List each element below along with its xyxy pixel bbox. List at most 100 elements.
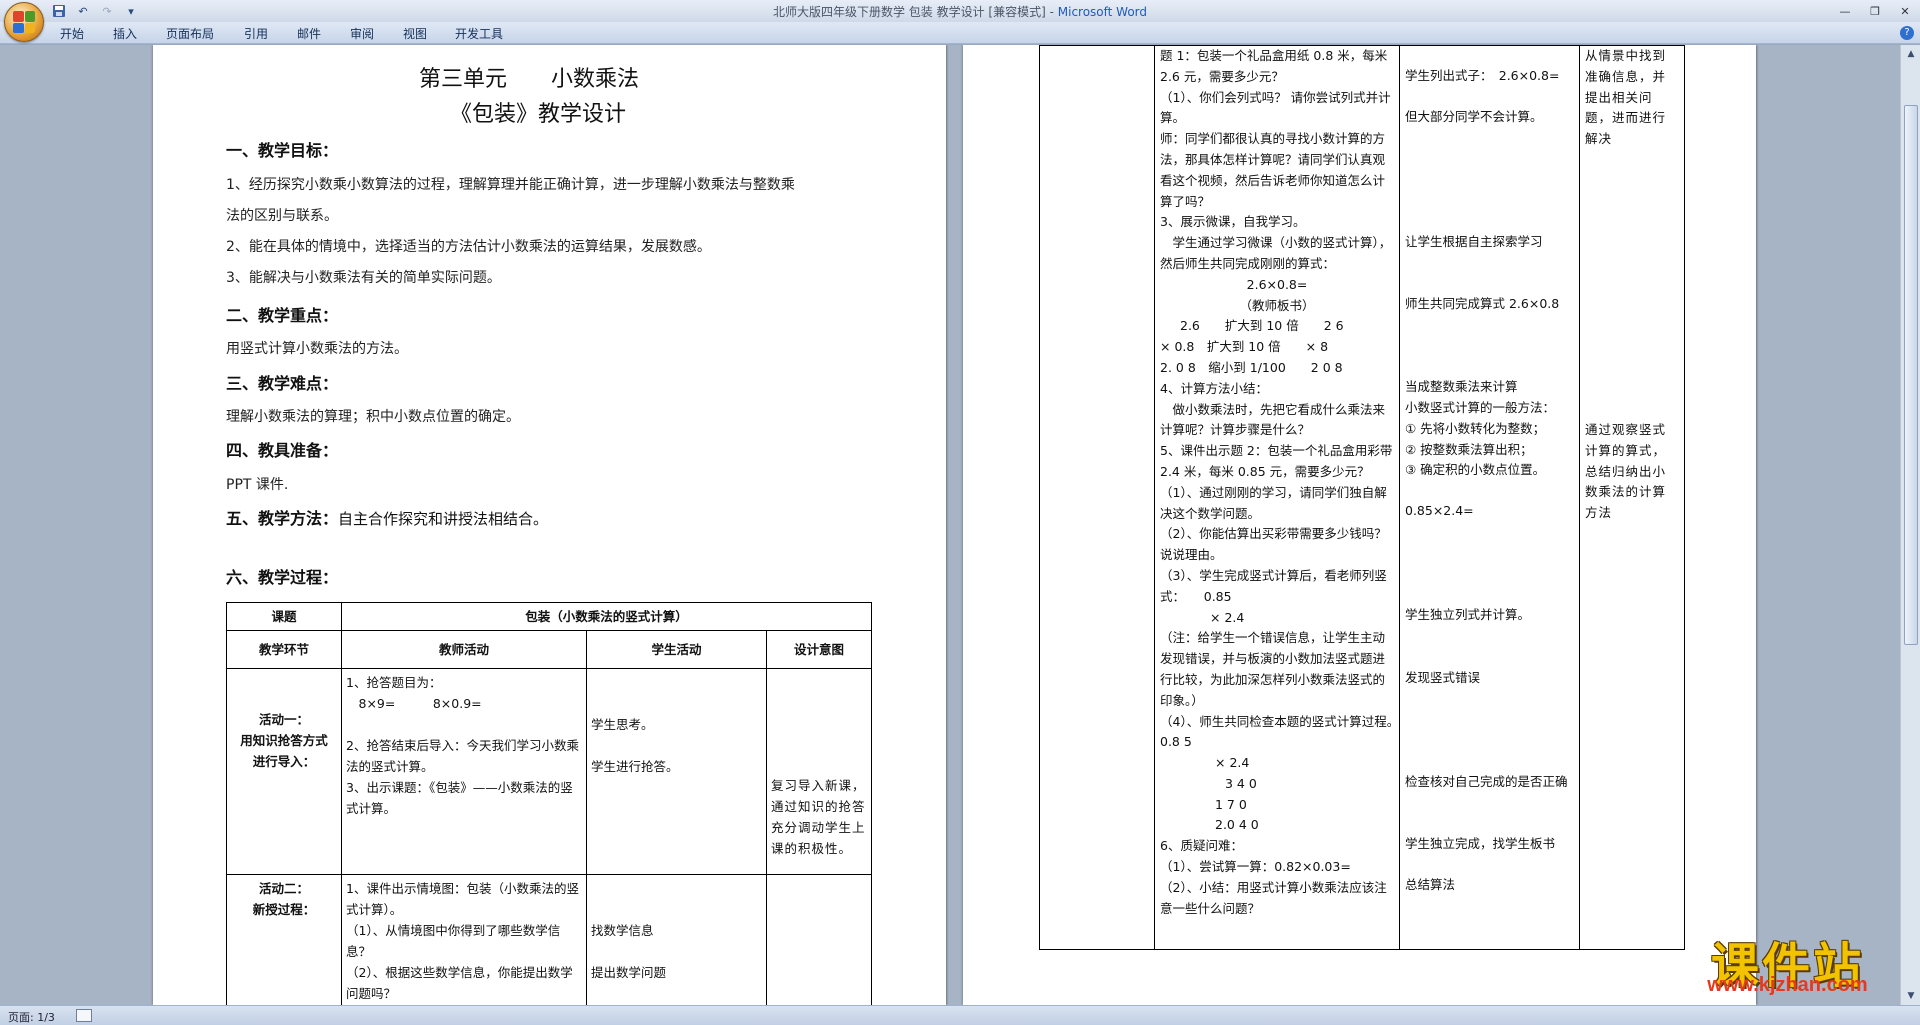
section-method-text: 自主合作探究和讲授法相结合。 (338, 510, 549, 528)
tab-developer[interactable]: 开发工具 (455, 25, 503, 42)
teacher-line: 3 4 0 (1225, 775, 1257, 791)
student-line: 小数竖式计算的一般方法： (1405, 399, 1556, 415)
unit-heading: 第三单元 小数乘法 (419, 67, 640, 92)
lesson-title: 《包装》教学设计 (450, 102, 627, 127)
vertical-scrollbar[interactable]: ▲ ▼ (1900, 45, 1920, 1005)
tab-page-layout[interactable]: 页面布局 (166, 25, 214, 42)
student-line: 师生共同完成算式 2.6×0.8 (1405, 296, 1560, 312)
tab-home[interactable]: 开始 (60, 25, 84, 42)
activity-2-line: 活动二： (258, 881, 309, 896)
student-line: 学生独立列式并计算。 (1405, 606, 1531, 622)
intent-text-2: 通过观察竖式计算的算式，总结归纳出小数乘法的计算方法 (1585, 421, 1667, 521)
activity-1-intent: 复习导入新课，通过知识的抢答充分调动学生上课的积极性。 (766, 668, 872, 875)
lesson-table-page1: 课题 包装（小数乘法的竖式计算） 教学环节 教师活动 学生活动 设计意图 活动一… (226, 602, 872, 1005)
teacher-line: （2）、小结：用竖式计算小数乘法应该注意一些什么问题？ (1160, 879, 1387, 916)
section-key-heading: 二、教学重点： (226, 306, 339, 325)
difficulty: 理解小数乘法的算理；积中小数点位置的确定。 (226, 409, 520, 425)
student-line: 0.85×2.4= (1405, 503, 1474, 519)
teacher-line: 2.6×0.8= (1246, 276, 1308, 292)
student-line: 当成整数乘法来计算 (1405, 379, 1518, 395)
course-title: 包装（小数乘法的竖式计算） (341, 602, 872, 631)
teacher-column: 题 1：包装一个礼品盒用纸 0.8 米，每米 2.6 元，需要多少元？ （1）、… (1154, 45, 1418, 950)
title-bar: ↶ ↷ ▾ 北师大版四年级下册数学 包装 教学设计 [兼容模式] - Micro… (0, 0, 1920, 22)
student-column: 学生列出式子： 2.6×0.8= 但大部分同学不会计算。 让学生根据自主探索学习… (1399, 45, 1580, 950)
goal-1-line-1: 1、经历探究小数乘小数算法的过程，理解算理并能正确计算，进一步理解小数乘法与整数… (226, 177, 795, 193)
watermark-logo: 课件站 www.kjzhan.com (1670, 926, 1905, 998)
ribbon-tabs: 开始 插入 页面布局 引用 邮件 审阅 视图 开发工具 (0, 22, 1920, 44)
stage-column (1039, 45, 1155, 950)
word-window: ↶ ↷ ▾ 北师大版四年级下册数学 包装 教学设计 [兼容模式] - Micro… (0, 0, 1920, 1025)
teacher-line: 师：同学们都很认真的寻找小数计算的方法，那具体怎样计算呢？请同学们认真观看这个视… (1160, 131, 1386, 209)
teacher-line: （教师板书） (1239, 297, 1315, 313)
student-line: 找数学信息 (591, 923, 654, 938)
student-line: ① 先将小数转化为整数； (1405, 420, 1546, 436)
section-prep-heading: 四、教具准备： (226, 441, 339, 460)
scroll-thumb[interactable] (1904, 105, 1918, 645)
goal-3: 3、能解决与小数乘法有关的简单实际问题。 (226, 270, 501, 286)
activity-1-line: 活动一： (258, 712, 309, 727)
header-teacher: 教师活动 (341, 630, 587, 669)
teacher-line: 1、课件出示情境图：包装（小数乘法的竖式计算）。 (346, 881, 579, 917)
teacher-line: 2. 0 8 缩小到 1/100 2 0 8 (1160, 359, 1343, 375)
activity-1-line: 用知识抢答方式 (240, 733, 328, 748)
teacher-line: 3、出示课题：《包装》——小数乘法的竖式计算。 (346, 780, 573, 816)
office-logo-icon (13, 11, 35, 33)
teacher-line: （2）、你能估算出买彩带需要多少钱吗？说说理由。 (1160, 526, 1387, 563)
title-separator: - (1045, 5, 1058, 19)
teacher-line: × 2.4 (1210, 609, 1245, 625)
scroll-up-icon[interactable]: ▲ (1904, 47, 1918, 61)
teacher-line: 2.0 4 0 (1215, 817, 1259, 833)
activity-1-student: 学生思考。 学生进行抢答。 (586, 668, 767, 875)
minimize-icon[interactable]: — (1830, 0, 1860, 22)
tab-mailings[interactable]: 邮件 (297, 25, 321, 42)
tab-insert[interactable]: 插入 (113, 25, 137, 42)
activity-1-name: 活动一： 用知识抢答方式 进行导入： (226, 668, 342, 875)
header-student: 学生活动 (586, 630, 767, 669)
proofing-icon[interactable] (76, 1009, 92, 1022)
student-line: 学生进行抢答。 (591, 759, 679, 774)
tab-references[interactable]: 引用 (244, 25, 268, 42)
tab-review[interactable]: 审阅 (350, 25, 374, 42)
activity-2-teacher: 1、课件出示情境图：包装（小数乘法的竖式计算）。 （1）、从情境图中你得到了哪些… (341, 874, 587, 1005)
office-button[interactable] (4, 2, 44, 42)
teacher-line: × 0.8 扩大到 10 倍 × 8 (1160, 339, 1329, 355)
document-name: 北师大版四年级下册数学 包装 教学设计 [兼容模式] (772, 5, 1046, 19)
teacher-line: 2、抢答结束后导入：今天我们学习小数乘法的竖式计算。 (346, 738, 579, 774)
teacher-line: 4、计算方法小结： (1160, 380, 1268, 396)
teacher-line: 3、展示微课，自我学习。 (1160, 214, 1306, 230)
teacher-line: （2）、根据这些数学信息，你能提出数学问题吗？ (346, 965, 573, 1001)
watermark-url: www.kjzhan.com (1707, 974, 1868, 996)
prep: PPT 课件. (226, 477, 289, 493)
student-line: 发现竖式错误 (1405, 669, 1481, 685)
section-process-heading: 六、教学过程： (226, 568, 339, 587)
help-icon[interactable]: ? (1900, 26, 1914, 40)
teacher-line: （1）、尝试算一算：0.82×0.03= (1160, 859, 1351, 875)
document-page-1: 第三单元 小数乘法 《包装》教学设计 一、教学目标： 1、经历探究小数乘小数算法… (153, 45, 946, 1005)
close-icon[interactable]: ✕ (1890, 0, 1920, 22)
section-method-label: 五、教学方法： (226, 509, 339, 528)
page-indicator[interactable]: 页面: 1/3 (8, 1009, 55, 1025)
header-stage: 教学环节 (226, 630, 342, 669)
teacher-line: 1 7 0 (1215, 796, 1247, 812)
restore-icon[interactable]: ❐ (1860, 0, 1890, 22)
activity-1-teacher: 1、抢答题目为： 8×9= 8×0.9= 2、抢答结束后导入：今天我们学习小数乘… (341, 668, 587, 875)
student-line: 学生思考。 (591, 717, 654, 732)
section-method: 五、教学方法：自主合作探究和讲授法相结合。 (226, 505, 548, 529)
teacher-line: 学生通过学习微课（小数的竖式计算），然后师生共同完成刚刚的算式： (1160, 235, 1392, 271)
student-line: 但大部分同学不会计算。 (1405, 108, 1543, 124)
window-controls: — ❐ ✕ (1830, 0, 1920, 22)
section-difficulty-heading: 三、教学难点： (226, 374, 339, 393)
student-line: 学生独立完成，找学生板书 (1405, 836, 1556, 852)
student-line: ② 按整数乘法算出积； (1405, 441, 1533, 457)
teacher-line: （1）、通过刚刚的学习，请同学们独自解决这个数学问题。 (1160, 484, 1387, 521)
teacher-line: 做小数乘法时，先把它看成什么乘法来计算呢？计算步骤是什么？ (1160, 401, 1386, 438)
status-bar: 页面: 1/3 (0, 1005, 1920, 1025)
tab-view[interactable]: 视图 (403, 25, 427, 42)
teacher-line: 5、课件出示题 2：包装一个礼品盒用彩带 2.4 米，每米 0.85 元，需要多… (1160, 443, 1393, 479)
student-line: 检查核对自己完成的是否正确 (1405, 773, 1568, 789)
scroll-down-icon[interactable]: ▼ (1904, 989, 1918, 1003)
section-goals-heading: 一、教学目标： (226, 141, 339, 160)
activity-2-intent (766, 874, 872, 1005)
teacher-line: 题 1：包装一个礼品盒用纸 0.8 米，每米 2.6 元，需要多少元？ (1160, 48, 1388, 84)
teacher-line: 2.6 扩大到 10 倍 2 6 (1180, 318, 1344, 334)
